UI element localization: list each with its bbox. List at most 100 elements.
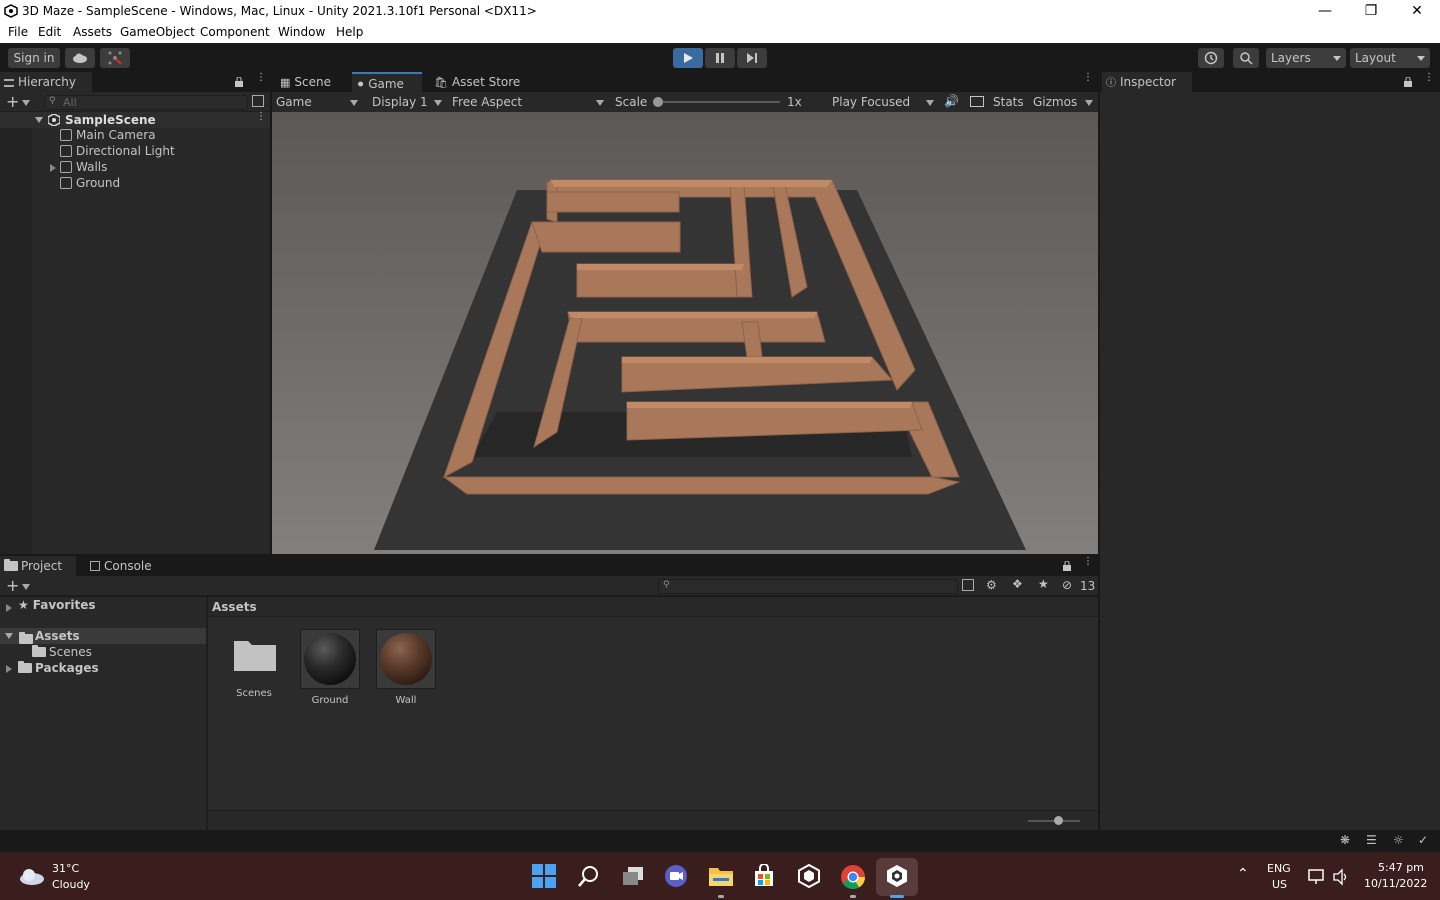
menu-file[interactable]: File [8,25,28,39]
task-view-icon[interactable] [621,864,645,888]
history-button[interactable] [1198,48,1224,68]
collab-button[interactable] [100,48,130,68]
pause-button[interactable] [705,48,735,68]
clock-date[interactable]: 10/11/2022 [1364,877,1427,890]
search-icon[interactable] [577,864,601,888]
play-button[interactable] [673,48,703,68]
clock-time[interactable]: 5:47 pm [1378,861,1424,874]
tree-item-favorites[interactable]: ★ Favorites [18,598,95,612]
scale-slider-handle[interactable] [653,97,663,107]
scene-visibility-icon[interactable] [252,95,264,107]
language-secondary[interactable]: US [1272,878,1287,891]
step-button[interactable] [737,48,767,68]
more-options-icon[interactable]: ⋮ [1083,73,1093,83]
menu-edit[interactable]: Edit [38,25,61,39]
breadcrumb-assets[interactable]: Assets [212,600,257,614]
cache-server-icon[interactable]: ☰ [1366,833,1377,847]
tree-item-scenes[interactable]: Scenes [32,645,92,659]
play-mode-dropdown[interactable]: Play Focused [832,95,936,109]
chrome-icon[interactable] [840,864,866,890]
scale-slider[interactable] [653,97,780,107]
hierarchy-item-directional-light[interactable]: Directional Light [60,144,175,158]
project-search-input[interactable]: ⚲ [658,579,958,594]
volume-icon[interactable] [1332,868,1350,886]
more-options-icon[interactable]: ⋮ [1083,557,1093,567]
icon-size-slider[interactable] [1028,816,1080,825]
asset-item-ground[interactable]: Ground [300,629,360,706]
favorite-star-icon[interactable]: ★ [1038,577,1049,591]
stats-button[interactable]: Stats [993,95,1024,109]
tree-item-packages[interactable]: Packages [18,661,99,675]
chevron-down-icon[interactable] [22,100,30,106]
lock-icon[interactable] [234,77,244,87]
game-view-viewport[interactable] [272,112,1098,554]
menu-assets[interactable]: Assets [73,25,112,39]
teams-chat-icon[interactable] [664,864,688,888]
chevron-down-icon[interactable] [1085,100,1093,106]
unity-hub-icon[interactable] [797,864,821,888]
scene-row[interactable]: SampleScene ⋮ [0,112,270,128]
file-explorer-icon[interactable] [708,864,734,888]
aspect-dropdown[interactable]: Free Aspect [452,95,606,109]
more-options-icon[interactable]: ⋮ [1424,73,1434,83]
layers-dropdown[interactable]: Layers [1266,48,1346,68]
windows-start-icon[interactable] [532,864,556,888]
menu-component[interactable]: Component [200,25,270,39]
icon-size-slider-handle[interactable] [1054,816,1063,825]
network-icon[interactable] [1307,868,1325,886]
bug-icon[interactable]: ❋ [1340,833,1350,847]
menu-help[interactable]: Help [336,25,363,39]
unity-editor-icon[interactable] [885,864,909,888]
cloud-button[interactable] [65,48,95,68]
expand-arrow-icon[interactable] [35,117,43,123]
more-options-icon[interactable]: ⋮ [256,73,266,83]
menu-window[interactable]: Window [278,25,325,39]
tree-item-assets[interactable]: Assets [0,628,206,644]
mute-audio-icon[interactable]: 🔊 [944,94,959,108]
chevron-up-icon[interactable]: ⌃ [1237,866,1249,882]
tab-scene[interactable]: ▦ Scene [276,72,350,92]
bottom-tab-header: Project Console ⋮ [0,556,1098,576]
sign-in-button[interactable]: Sign in [8,48,60,68]
tab-game[interactable]: ⚫ Game [352,72,422,92]
more-options-icon[interactable]: ⋮ [256,112,266,122]
asset-item-wall[interactable]: Wall [376,629,436,706]
hierarchy-item-walls[interactable]: Walls [60,160,107,174]
lock-icon[interactable] [1062,561,1072,571]
menu-gameobject[interactable]: GameObject [120,25,195,39]
microsoft-store-icon[interactable] [752,864,776,888]
tab-inspector[interactable]: ⓘ Inspector [1102,72,1192,92]
expand-arrow-icon[interactable] [5,633,13,639]
layout-dropdown[interactable]: Layout [1350,48,1430,68]
restore-button[interactable]: ❐ [1348,0,1394,23]
expand-arrow-icon[interactable] [6,604,12,612]
gizmos-button[interactable]: Gizmos [1033,95,1077,109]
tab-asset-store[interactable]: 🛍 Asset Store [430,72,530,92]
tab-project[interactable]: Project [0,556,76,576]
tab-hierarchy[interactable]: Hierarchy [0,72,92,92]
asset-item-scenes[interactable]: Scenes [224,629,284,699]
search-scope-icon[interactable] [962,579,974,591]
add-icon[interactable]: + [6,576,19,595]
filter-by-label-icon[interactable]: ❖ [1012,577,1023,591]
lock-icon[interactable] [1403,77,1413,87]
expand-arrow-icon[interactable] [6,665,12,673]
close-button[interactable]: ✕ [1394,0,1440,23]
hidden-packages-icon[interactable]: ⊘ [1062,578,1072,592]
chevron-down-icon[interactable] [22,584,30,590]
progress-check-icon[interactable]: ✓ [1418,833,1428,847]
hierarchy-item-main-camera[interactable]: Main Camera [60,128,156,142]
search-button[interactable] [1233,48,1259,68]
language-primary[interactable]: ENG [1267,862,1291,875]
keyboard-icon[interactable] [970,96,984,107]
tab-console[interactable]: Console [86,556,166,576]
hierarchy-item-ground[interactable]: Ground [60,176,120,190]
filter-by-type-icon[interactable]: ⚙ [986,578,997,592]
auto-generate-lighting-icon[interactable]: ☼ [1393,833,1404,847]
hierarchy-search-input[interactable]: ⚲ All [44,95,248,110]
minimize-button[interactable]: — [1302,0,1348,23]
expand-arrow-icon[interactable] [50,164,56,172]
add-icon[interactable]: + [6,92,19,111]
display-mode-dropdown[interactable]: Game [276,95,360,109]
display-dropdown[interactable]: Display 1 [372,95,444,109]
